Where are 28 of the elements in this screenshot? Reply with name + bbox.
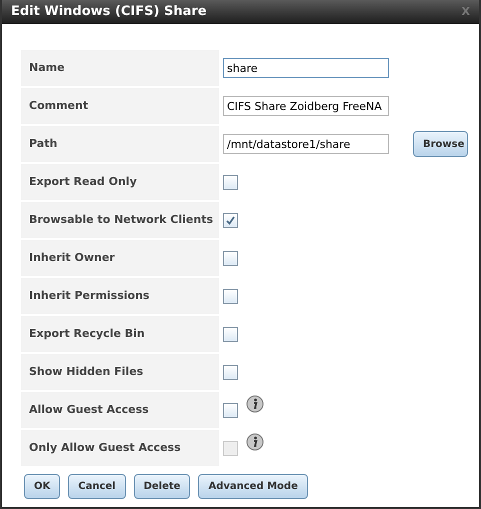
checkbox[interactable] xyxy=(223,174,238,190)
field-label: Show Hidden Files xyxy=(21,354,219,390)
field-label: Path xyxy=(21,126,219,162)
text-field[interactable]: /mnt/datastore1/share xyxy=(223,134,389,154)
text-field[interactable]: CIFS Share Zoidberg FreeNA xyxy=(223,96,389,116)
checkbox[interactable] xyxy=(223,212,238,228)
field-label: Export Recycle Bin xyxy=(21,316,219,352)
dialog-button[interactable]: OK xyxy=(24,474,60,499)
field-label: Export Read Only xyxy=(21,164,219,200)
checkbox[interactable] xyxy=(223,288,238,304)
field-label: Comment xyxy=(21,88,219,124)
checkbox[interactable] xyxy=(223,364,238,380)
browse-button[interactable]: Browse xyxy=(413,131,468,157)
dialog-button[interactable]: Delete xyxy=(134,474,190,499)
field-label: Inherit Owner xyxy=(21,240,219,276)
field-label: Only Allow Guest Access xyxy=(21,430,219,466)
dialog-button[interactable]: Cancel xyxy=(68,474,126,499)
field-label: Allow Guest Access xyxy=(21,392,219,428)
window-title: Edit Windows (CIFS) Share xyxy=(11,3,207,22)
field-label: Name xyxy=(21,50,219,86)
checkbox[interactable] xyxy=(223,250,238,266)
dialog-button[interactable]: Advanced Mode xyxy=(198,474,308,499)
info-icon[interactable] xyxy=(246,395,264,413)
field-label: Inherit Permissions xyxy=(21,278,219,314)
text-field[interactable]: share xyxy=(223,58,389,78)
checkbox[interactable] xyxy=(223,326,238,342)
field-label: Browsable to Network Clients xyxy=(21,202,219,238)
checkbox[interactable] xyxy=(223,402,238,418)
